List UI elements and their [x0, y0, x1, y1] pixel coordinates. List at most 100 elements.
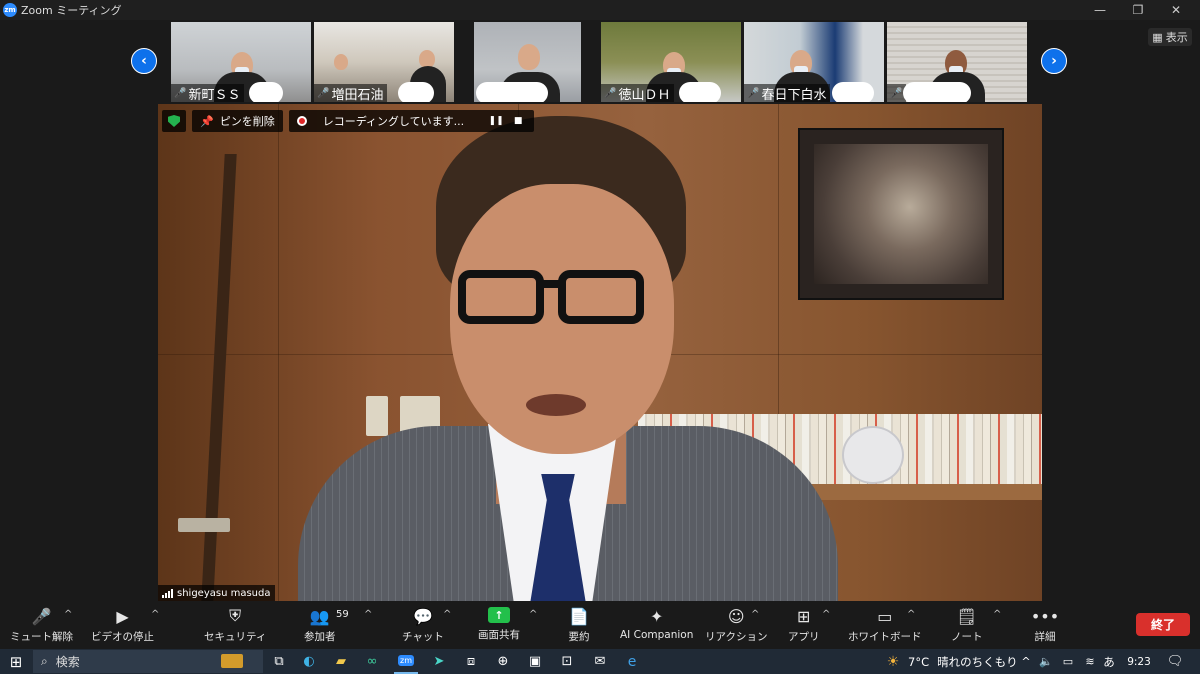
participant-tile[interactable] [474, 22, 581, 102]
edge-browser-icon[interactable]: ◐ [298, 649, 320, 674]
battery-icon[interactable]: ▭ [1060, 649, 1076, 674]
windows-start-icon[interactable]: ⊞ [4, 649, 28, 674]
mail-icon[interactable]: ✉ [589, 649, 611, 674]
chat-options-caret[interactable]: ^ [443, 609, 451, 620]
more-button[interactable]: ••• 詳細 [1031, 607, 1059, 644]
chevron-right-icon: › [1051, 53, 1057, 69]
people-icon: 👥 [309, 606, 330, 626]
participant-namebar: 🎤 新町ＳＳ [171, 84, 245, 102]
encryption-badge[interactable] [162, 110, 186, 132]
gallery-prev-button[interactable]: ‹ [131, 48, 157, 74]
reactions-options-caret[interactable]: ^ [751, 609, 759, 620]
participant-tile[interactable]: 🎤 増田石油 [314, 22, 454, 102]
participant-head [334, 54, 348, 70]
speaker-glasses [558, 270, 644, 324]
pin-icon: 📌 [200, 114, 214, 128]
notes-button[interactable]: 🗒 ノート [951, 607, 983, 644]
close-button[interactable]: ✕ [1156, 0, 1196, 20]
share-arrow-icon: ↑ [488, 607, 510, 623]
painting-canvas [814, 144, 988, 284]
grid-icon: ▦ [1152, 30, 1163, 44]
ai-companion-label: AI Companion [620, 629, 694, 641]
clock[interactable]: 9:23 [1124, 649, 1154, 674]
audio-options-caret[interactable]: ^ [64, 609, 72, 620]
more-label: 詳細 [1034, 631, 1056, 643]
unpin-button[interactable]: 📌 ピンを削除 [192, 110, 283, 132]
video-options-caret[interactable]: ^ [151, 609, 159, 620]
apps-button[interactable]: ⊞ アプリ [788, 607, 820, 644]
file-explorer-icon[interactable]: ▰ [330, 649, 352, 674]
chevron-up-icon[interactable]: ^ [1018, 649, 1034, 674]
gallery-next-button[interactable]: › [1041, 48, 1067, 74]
summary-label: 要約 [568, 631, 590, 643]
recording-label: レコーディングしています... [322, 115, 465, 128]
stop-video-button[interactable]: ▶ ビデオの停止 [91, 607, 154, 644]
app-icon[interactable]: ▣ [524, 649, 546, 674]
mic-muted-icon: 🎤 [604, 87, 617, 99]
wifi-icon[interactable]: ≋ [1082, 649, 1098, 674]
whiteboard-label: ホワイトボード [848, 631, 922, 643]
taskbar-search[interactable]: ⌕ 検索 [33, 650, 263, 673]
weather-temp: 7°C [908, 654, 930, 669]
record-icon [296, 116, 307, 126]
security-button[interactable]: ⛨ セキュリティ [204, 606, 266, 644]
volume-muted-icon[interactable]: 🔈 [1038, 649, 1054, 674]
pause-recording-button[interactable]: ❚❚ [488, 113, 504, 129]
ime-indicator[interactable]: あ [1100, 649, 1118, 674]
weather-icon[interactable]: ☀ [882, 649, 904, 674]
speaker-glasses [458, 270, 544, 324]
participant-namebar: 🎤 徳山ＤＨ [601, 84, 675, 103]
app-icon[interactable]: ⧈ [460, 649, 482, 674]
stop-recording-button[interactable]: ■ [510, 113, 526, 129]
participants-button[interactable]: 👥 参加者 [304, 607, 336, 644]
title-bar: zm Zoom ミーティング — ❐ ✕ [0, 0, 1200, 20]
wall-seam [278, 104, 279, 601]
chat-bubble-icon: 💬 [412, 606, 433, 626]
door-handle [178, 518, 230, 532]
apps-options-caret[interactable]: ^ [822, 609, 830, 620]
redaction-blob [476, 82, 548, 102]
store-app-icon[interactable]: ∞ [361, 649, 383, 674]
stop-video-label: ビデオの停止 [91, 631, 154, 643]
share-screen-button[interactable]: ↑ 画面共有 [478, 607, 520, 642]
redaction-blob [832, 82, 874, 102]
unmute-label: ミュート解除 [10, 631, 73, 643]
ai-companion-button[interactable]: ✦ AI Companion [620, 607, 694, 642]
chevron-left-icon: ‹ [141, 53, 147, 69]
windows-taskbar: ⊞ ⌕ 検索 ⧉ ◐ ▰ ∞ zm ➤ ⧈ ⊕ ▣ ⊡ ✉ e ☀ 7°C 晴れ… [0, 649, 1200, 674]
participant-name: 徳山ＤＨ [618, 87, 671, 103]
active-speaker-video[interactable]: 📌 ピンを削除 レコーディングしています... ❚❚ ■ shigeyasu m… [158, 104, 1042, 601]
view-button[interactable]: ▦ 表示 [1148, 28, 1192, 46]
participant-tile[interactable]: 🎤 [887, 22, 1027, 102]
mic-muted-icon: 🎤 [747, 87, 760, 99]
app-icon[interactable]: ➤ [428, 649, 450, 674]
shopping-bag-icon[interactable]: ⊡ [556, 649, 578, 674]
decorative-plate [842, 426, 904, 484]
participant-head [518, 44, 540, 70]
task-view-icon[interactable]: ⧉ [268, 649, 290, 674]
mic-muted-icon: 🎤 [890, 87, 903, 99]
notes-options-caret[interactable]: ^ [993, 609, 1001, 620]
participant-tile[interactable]: 🎤 春日下白水 [744, 22, 884, 102]
summary-button[interactable]: 📄 要約 [568, 607, 590, 644]
globe-icon[interactable]: ⊕ [492, 649, 514, 674]
end-meeting-button[interactable]: 終了 [1136, 613, 1190, 636]
participants-options-caret[interactable]: ^ [364, 609, 372, 620]
minimize-button[interactable]: — [1080, 0, 1120, 20]
chat-label: チャット [402, 631, 444, 643]
restore-button[interactable]: ❐ [1118, 0, 1158, 20]
apps-grid-icon: ⊞ [797, 606, 811, 626]
notification-icon[interactable]: 🗨 [1164, 649, 1186, 674]
participant-namebar: 🎤 増田石油 [314, 84, 388, 102]
note-icon: 🗒 [956, 606, 977, 626]
weather-widget[interactable]: 7°C 晴れのちくもり [908, 649, 1018, 674]
share-options-caret[interactable]: ^ [529, 609, 537, 620]
zoom-app-icon[interactable]: zm [394, 649, 418, 674]
chat-button[interactable]: 💬 チャット [402, 607, 444, 644]
light-switch [366, 396, 388, 436]
participant-tile[interactable]: 🎤 新町ＳＳ [171, 22, 311, 102]
meeting-toolbar: 🎤 ミュート解除 ^ ▶ ビデオの停止 ^ ⛨ セキュリティ 👥 参加者 59 … [0, 601, 1200, 649]
participant-tile[interactable]: 🎤 徳山ＤＨ [601, 22, 741, 102]
internet-explorer-icon[interactable]: e [621, 649, 643, 674]
whiteboard-options-caret[interactable]: ^ [907, 609, 915, 620]
